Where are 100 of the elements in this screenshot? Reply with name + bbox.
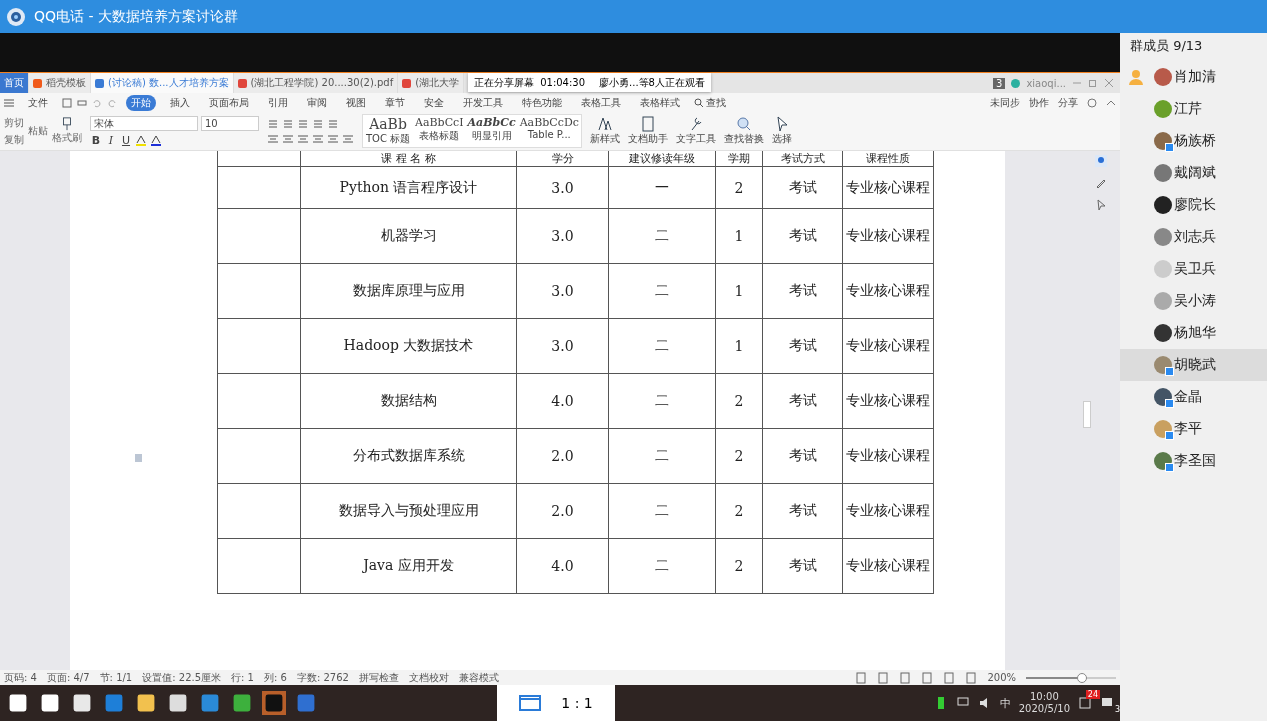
member-item[interactable]: 李平 (1120, 413, 1267, 445)
document-tab[interactable]: 首页 (0, 73, 29, 93)
toolbar-link[interactable]: 协作 (1029, 95, 1049, 110)
ribbon-tool[interactable]: 查找替换 (723, 116, 764, 146)
close-icon[interactable] (1104, 78, 1114, 88)
table-cell: 2.0 (516, 428, 609, 484)
menu-tab[interactable]: 表格工具 (576, 94, 626, 111)
menu-tab[interactable]: 审阅 (302, 94, 332, 111)
menu-tab[interactable]: 章节 (380, 94, 410, 111)
scroll-thumb[interactable] (1083, 401, 1091, 428)
help-icon[interactable] (1087, 97, 1097, 108)
format-painter-button[interactable]: 格式刷 (52, 131, 82, 145)
ribbon-tool[interactable]: 选择 (771, 116, 792, 146)
menu-tab[interactable]: 文件 (23, 94, 53, 111)
menu-tab[interactable]: 引用 (263, 94, 293, 111)
menu-icon[interactable] (4, 97, 14, 108)
ribbon-tool[interactable]: 新样式 (589, 116, 620, 146)
list-icon[interactable] (282, 117, 294, 130)
status-item: 页面: 4/7 (46, 670, 90, 685)
member-item[interactable]: 肖加清 (1120, 61, 1267, 93)
style-option[interactable]: AaBbCcI 表格标题 (413, 115, 466, 147)
member-item[interactable]: 戴阔斌 (1120, 157, 1267, 189)
page-icon (134, 453, 144, 463)
menu-tab[interactable]: 开始 (126, 94, 156, 111)
member-item[interactable]: 李圣国 (1120, 445, 1267, 477)
menu-tab[interactable]: 开发工具 (458, 94, 508, 111)
restore-icon[interactable] (1088, 78, 1098, 88)
font-field[interactable]: 宋体 (90, 115, 198, 131)
table-cell: 1 (715, 263, 763, 319)
format-button[interactable]: B (90, 133, 102, 147)
zoom-reading[interactable]: 200% (987, 672, 1016, 683)
menu-tab[interactable]: 视图 (341, 94, 371, 111)
ribbon-tool[interactable]: 文字工具 (675, 116, 716, 146)
table-cell: 3.0 (516, 263, 609, 319)
size-field[interactable]: 10 (201, 115, 259, 131)
style-option[interactable]: AaBbCc 明显引用 (465, 115, 518, 147)
member-item[interactable]: 江芹 (1120, 93, 1267, 125)
input-method[interactable]: 中 (999, 695, 1011, 711)
member-item[interactable]: 吴卫兵 (1120, 253, 1267, 285)
document-tab[interactable]: (湖北大学 (398, 73, 465, 93)
menu-tab[interactable]: 表格样式 (635, 94, 685, 111)
view-mode-icon[interactable] (855, 671, 868, 684)
style-option[interactable]: AaBbCcDc Table P... (517, 115, 581, 147)
document-tab[interactable]: 稻壳模板 (29, 73, 91, 93)
view-mode-icon[interactable] (877, 671, 890, 684)
highlight-icon[interactable] (135, 134, 147, 146)
toolbar-link[interactable]: 分享 (1058, 95, 1078, 110)
menu-tab[interactable]: 页面布局 (204, 94, 254, 111)
view-mode-icon[interactable] (899, 671, 912, 684)
list-icon[interactable] (327, 117, 339, 130)
document-tab[interactable]: (湖北工程学院) 20....30(2).pdf (233, 73, 399, 93)
align-icon[interactable] (282, 132, 294, 145)
toolbar-link[interactable]: 未同步 (990, 95, 1020, 110)
table-cell: 3.0 (516, 208, 609, 264)
member-item[interactable]: 吴小涛 (1120, 285, 1267, 317)
copy-button[interactable]: 复制 (4, 132, 24, 147)
member-item[interactable]: 杨旭华 (1120, 317, 1267, 349)
ratio-button[interactable]: 1 : 1 (497, 685, 615, 721)
location-icon[interactable] (1095, 155, 1107, 167)
align-icon[interactable] (312, 132, 324, 145)
table-cell: 二 (608, 208, 716, 264)
menu-tab[interactable]: 安全 (419, 94, 449, 111)
redo-icon[interactable] (107, 97, 117, 108)
member-item[interactable]: 刘志兵 (1120, 221, 1267, 253)
document-tab[interactable]: (讨论稿) 数...人才培养方案 (91, 73, 234, 93)
viewers-text: 廖小勇...等8人正在观看 (599, 75, 705, 90)
status-item: 文档校对 (408, 670, 449, 685)
format-button[interactable]: I (105, 133, 117, 147)
save-icon[interactable] (62, 97, 72, 108)
style-option[interactable]: AaBb TOC 标题 (363, 115, 413, 147)
member-item[interactable]: 金晶 (1120, 381, 1267, 413)
view-mode-icon[interactable] (943, 671, 956, 684)
clock[interactable]: 10:00 2020/5/10 (1018, 691, 1070, 715)
view-mode-icon[interactable] (965, 671, 978, 684)
table-cell: 考试 (762, 483, 843, 539)
undo-icon[interactable] (92, 97, 102, 108)
member-item[interactable]: 杨族桥 (1120, 125, 1267, 157)
ribbon-tool[interactable]: 文档助手 (627, 116, 668, 146)
align-icon[interactable] (342, 132, 354, 145)
cut-button[interactable]: 剪切 (4, 115, 24, 130)
member-item[interactable]: 胡晓武 (1120, 349, 1267, 381)
format-button[interactable]: U (120, 133, 132, 147)
table-cell: Hadoop 大数据技术 (300, 318, 517, 374)
menu-tab[interactable]: 特色功能 (517, 94, 567, 111)
pencil-icon[interactable] (1095, 177, 1107, 189)
align-icon[interactable] (297, 132, 309, 145)
list-icon[interactable] (297, 117, 309, 130)
list-icon[interactable] (267, 117, 279, 130)
menu-tab[interactable]: 插入 (165, 94, 195, 111)
calendar-icon[interactable] (1078, 696, 1092, 710)
list-icon[interactable] (312, 117, 324, 130)
table-cell: 专业核心课程 (842, 166, 934, 209)
paste-button[interactable]: 粘贴 (28, 124, 48, 138)
align-icon[interactable] (267, 132, 279, 145)
search-button[interactable]: 查找 (694, 95, 726, 110)
align-icon[interactable] (327, 132, 339, 145)
member-item[interactable]: 廖院长 (1120, 189, 1267, 221)
font-color-icon[interactable] (150, 134, 162, 146)
view-mode-icon[interactable] (921, 671, 934, 684)
cursor-icon[interactable] (1095, 199, 1107, 211)
